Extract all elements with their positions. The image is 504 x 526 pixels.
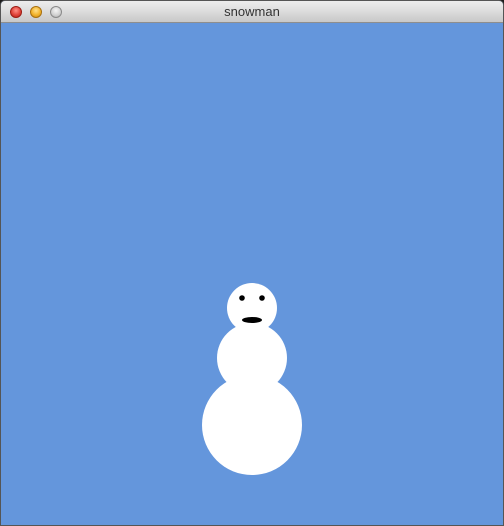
app-window: snowman [0, 0, 504, 526]
title-bar[interactable]: snowman [1, 1, 503, 23]
snowman-left-eye [239, 295, 245, 301]
snowman-right-eye [259, 295, 265, 301]
window-title: snowman [224, 4, 280, 19]
drawing-canvas [1, 23, 503, 525]
snowman-drawing [1, 23, 503, 525]
snowman-middle-ball [217, 323, 287, 393]
snowman-head [227, 283, 277, 333]
snowman-mouth [242, 317, 262, 323]
